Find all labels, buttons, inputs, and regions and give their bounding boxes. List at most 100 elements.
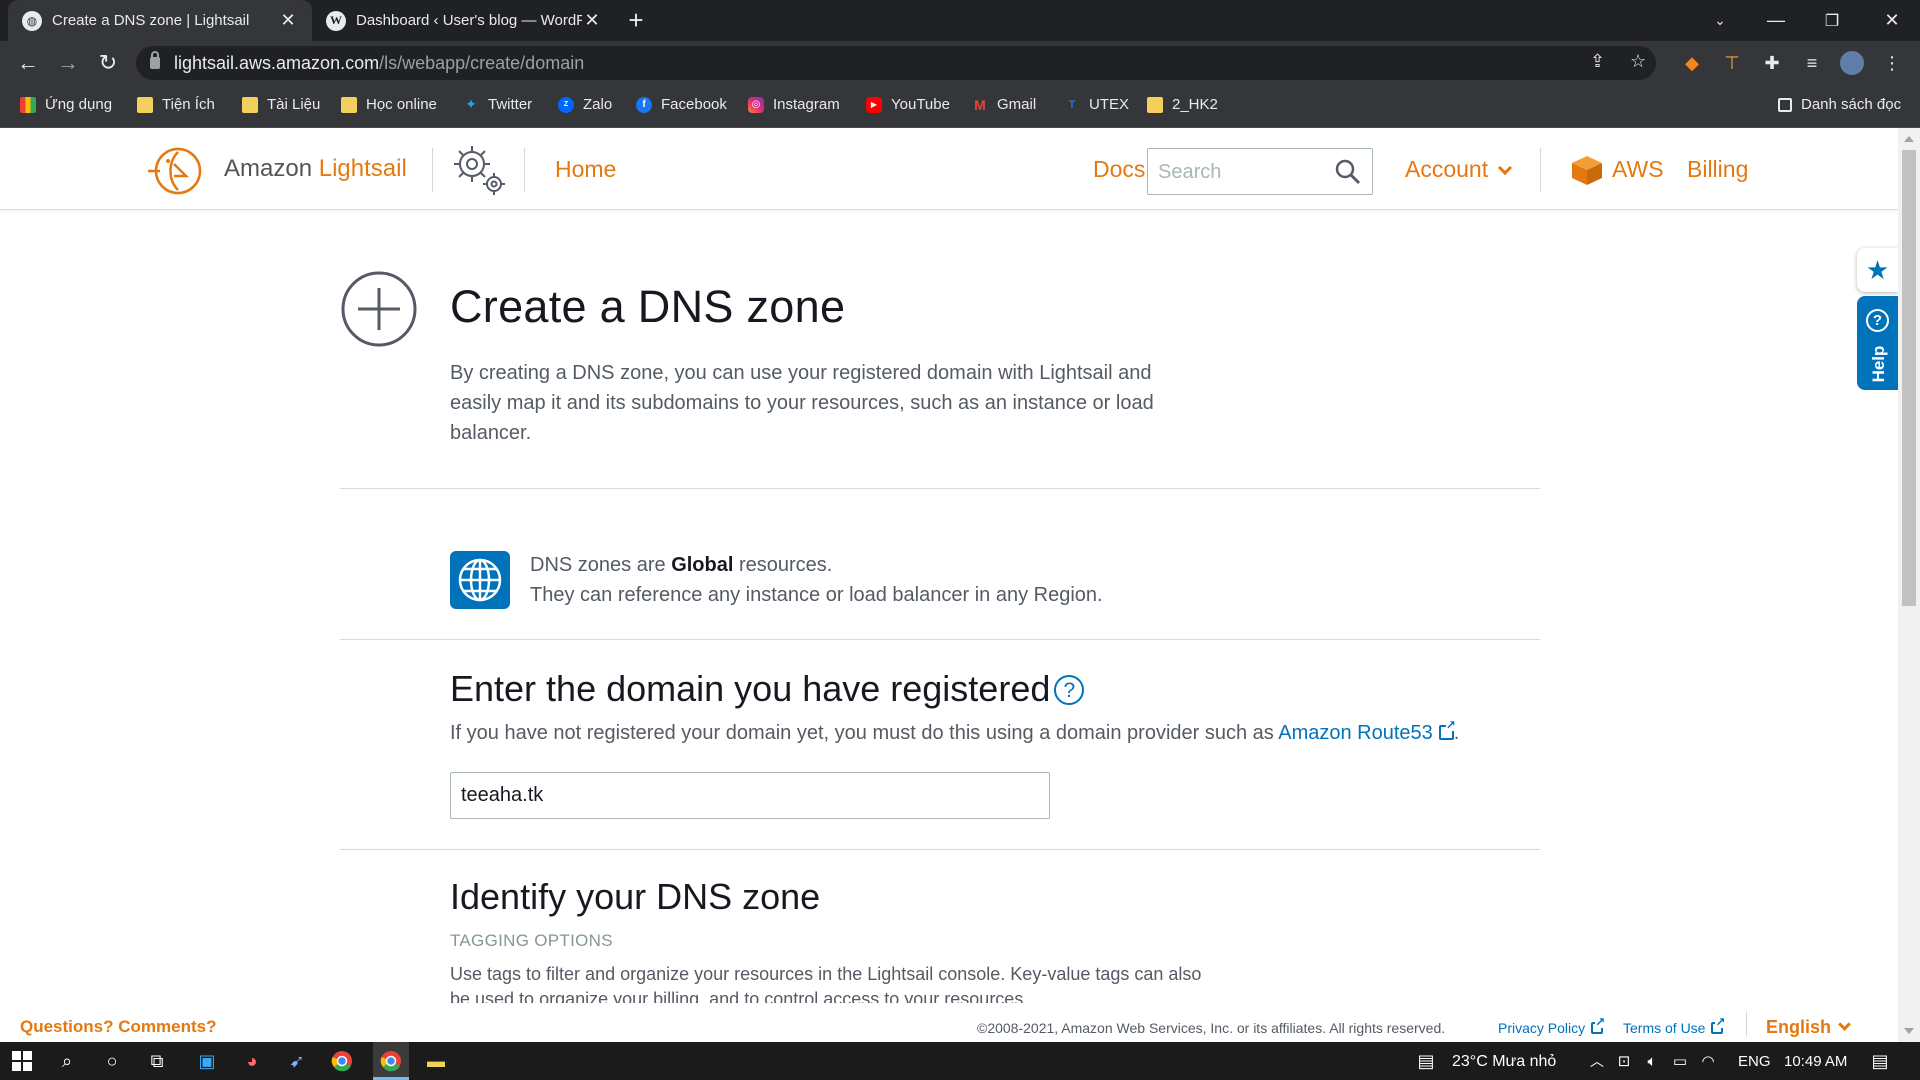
search-input[interactable]: Search [1147, 148, 1373, 195]
browser-toolbar: ← → ↻ lightsail.aws.amazon.com/ls/webapp… [0, 41, 1920, 85]
add-circle-icon [341, 271, 417, 347]
chrome-icon[interactable] [330, 1049, 354, 1073]
search-placeholder: Search [1158, 161, 1222, 183]
bookmark-label: Ứng dụng [45, 96, 113, 113]
file-explorer-icon[interactable]: ▬ [424, 1049, 448, 1073]
menu-kebab-icon[interactable]: ⋮ [1880, 51, 1904, 75]
billing-link[interactable]: Billing [1687, 156, 1748, 183]
chevron-down-icon [1838, 1018, 1851, 1031]
bookmark-apps[interactable]: Ứng dụng [20, 96, 112, 113]
bookmark-label: Học online [366, 96, 437, 113]
metamask-icon[interactable]: ◆ [1680, 51, 1704, 75]
bookmark-star-icon[interactable]: ☆ [1630, 51, 1646, 72]
reading-list-label: Danh sách đọc [1801, 96, 1902, 113]
windows-start-icon[interactable] [10, 1049, 34, 1073]
questions-comments-link[interactable]: Questions? Comments? [20, 1017, 216, 1037]
scroll-down-arrow-icon[interactable] [1904, 1028, 1914, 1034]
share-icon[interactable]: ⇪ [1590, 51, 1605, 72]
divider [340, 488, 1540, 489]
profile-avatar[interactable] [1840, 51, 1864, 75]
bookmark-folder-hoc-online[interactable]: Học online [341, 96, 437, 113]
close-icon[interactable]: ✕ [582, 10, 602, 31]
tab-search-chevron-icon[interactable]: ⌄ [1692, 0, 1748, 41]
chevron-up-icon[interactable]: ︿ [1585, 1049, 1609, 1073]
apps-grid-icon [20, 96, 36, 113]
media-control-icon[interactable]: ≡ [1800, 51, 1824, 75]
bookmark-folder-tien-ich[interactable]: Tiện Ích [137, 96, 215, 113]
restore-button[interactable]: ❐ [1804, 0, 1860, 41]
bookmark-folder-tai-lieu[interactable]: Tài Liệu [242, 96, 320, 113]
cortana-icon[interactable]: ○ [100, 1049, 124, 1073]
global-resources-note: DNS zones are Global resources. They can… [530, 550, 1103, 610]
intro-text: By creating a DNS zone, you can use your… [450, 362, 1154, 444]
help-question-icon[interactable]: ? [1054, 675, 1085, 705]
language-selector[interactable]: English [1766, 1017, 1851, 1038]
url-host: lightsail.aws.amazon.com [174, 52, 380, 73]
bookmark-utex[interactable]: T UTEX [1064, 96, 1129, 113]
privacy-policy-link[interactable]: Privacy Policy [1498, 1016, 1606, 1036]
app-icon[interactable]: ➹ [285, 1049, 309, 1073]
global-bold: Global [671, 554, 734, 576]
input-language[interactable]: ENG [1738, 1053, 1771, 1070]
forward-button[interactable]: → [52, 47, 84, 79]
terms-of-use-link[interactable]: Terms of Use [1623, 1016, 1726, 1036]
tab-wordpress[interactable]: W Dashboard ‹ User's blog — WordPress ✕ [312, 0, 616, 41]
bookmark-twitter[interactable]: ✦ Twitter [463, 96, 532, 113]
close-icon[interactable]: ✕ [278, 10, 298, 31]
settings-gear-icon[interactable] [448, 138, 512, 202]
clock[interactable]: 10:49 AM [1784, 1053, 1847, 1070]
docs-link[interactable]: Docs [1093, 156, 1145, 183]
bookmark-facebook[interactable]: f Facebook [636, 96, 727, 113]
lock-icon [150, 51, 160, 69]
external-link-icon [1438, 719, 1456, 740]
bookmark-label: 2_HK2 [1172, 96, 1218, 113]
aws-link[interactable]: AWS [1612, 156, 1664, 183]
bookmark-youtube[interactable]: ▶ YouTube [866, 96, 950, 113]
footer-divider [1746, 1011, 1747, 1037]
address-bar[interactable]: lightsail.aws.amazon.com/ls/webapp/creat… [136, 46, 1656, 80]
back-button[interactable]: ← [12, 47, 44, 79]
extensions-puzzle-icon[interactable]: ✚ [1760, 51, 1784, 75]
windows-taskbar: ⌕ ○ ⧉ ▣ ◕ ➹ ▬ ▤ 23°C Mưa nhỏ ︿ ⊡ 🔈︎ ▭ ◠ … [0, 1042, 1920, 1080]
app-icon[interactable]: ▣ [195, 1049, 219, 1073]
bookmark-instagram[interactable]: ◎ Instagram [748, 96, 840, 113]
brand-name[interactable]: Amazon Lightsail [224, 155, 407, 183]
close-window-button[interactable]: ✕ [1864, 0, 1920, 41]
reading-list-icon [1778, 97, 1792, 112]
bookmark-label: Instagram [773, 96, 840, 113]
news-weather-icon[interactable]: ▤ [1414, 1049, 1438, 1073]
route53-link[interactable]: Amazon Route53 [1278, 719, 1456, 744]
bookmark-zalo[interactable]: Z Zalo [558, 96, 612, 113]
extension-icon[interactable]: ⊤ [1720, 51, 1744, 75]
reading-list-button[interactable]: Danh sách đọc [1778, 96, 1901, 113]
bookmark-label: Tài Liệu [267, 96, 321, 113]
new-tab-button[interactable]: + [622, 6, 650, 34]
lightsail-logo-icon[interactable] [146, 144, 204, 198]
app-icon[interactable]: ◕ [240, 1049, 264, 1073]
search-icon[interactable]: ⌕ [55, 1049, 79, 1073]
network-icon[interactable]: ⊡ [1612, 1049, 1636, 1073]
tab-lightsail[interactable]: ◍ Create a DNS zone | Lightsail ✕ [8, 0, 312, 41]
help-label: Help [1869, 345, 1888, 383]
weather-text[interactable]: 23°C Mưa nhỏ [1452, 1053, 1556, 1071]
search-icon[interactable] [1334, 158, 1362, 186]
battery-icon[interactable]: ▭ [1668, 1049, 1692, 1073]
home-link[interactable]: Home [555, 156, 616, 183]
favorite-star-icon[interactable]: ★ [1857, 248, 1898, 292]
minimize-button[interactable]: — [1748, 0, 1804, 41]
domain-name-input[interactable] [450, 772, 1050, 819]
chrome-icon[interactable] [379, 1049, 403, 1073]
bookmark-folder-2hk2[interactable]: 2_HK2 [1147, 96, 1218, 113]
help-panel-tab[interactable]: ? Help [1857, 296, 1898, 390]
account-menu[interactable]: Account [1405, 156, 1513, 183]
wifi-icon[interactable]: ◠ [1696, 1049, 1720, 1073]
task-view-icon[interactable]: ⧉ [145, 1049, 169, 1073]
copyright: ©2008-2021, Amazon Web Services, Inc. or… [977, 1020, 1446, 1036]
notifications-icon[interactable]: ▤ [1868, 1049, 1892, 1073]
scrollbar-thumb[interactable] [1902, 150, 1916, 606]
bookmark-gmail[interactable]: M Gmail [972, 96, 1036, 113]
reload-button[interactable]: ↻ [92, 47, 124, 79]
scroll-up-arrow-icon[interactable] [1904, 136, 1914, 142]
volume-icon[interactable]: 🔈︎ [1640, 1049, 1664, 1073]
page-scrollbar[interactable] [1898, 128, 1920, 1042]
